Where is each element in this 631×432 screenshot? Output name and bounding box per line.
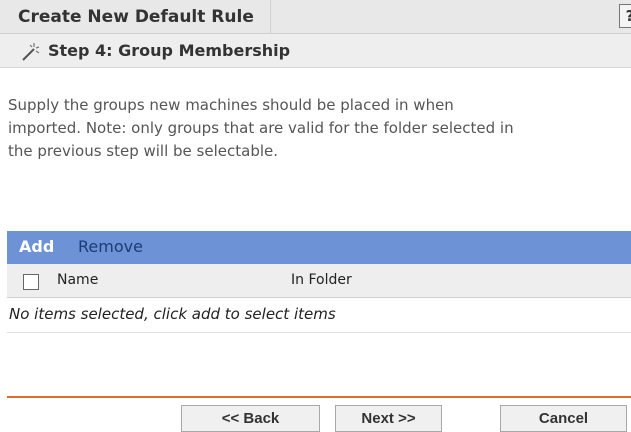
description-line: the previous step will be selectable.: [8, 142, 278, 160]
window-title: Create New Default Rule: [18, 7, 254, 27]
column-header-in-folder[interactable]: In Folder: [291, 272, 352, 288]
description-line: Supply the groups new machines should be…: [8, 96, 454, 114]
list-toolbar: Add Remove: [7, 231, 631, 264]
empty-list-row: No items selected, click add to select i…: [7, 298, 631, 333]
wizard-header: Create New Default Rule ? Step 4: Group …: [0, 0, 631, 68]
group-list: Add Remove Name In Folder No items selec…: [7, 231, 631, 333]
description-line: imported. Note: only groups that are val…: [8, 119, 514, 137]
title-divider: [270, 0, 271, 33]
wand-icon: [22, 43, 40, 61]
cancel-button[interactable]: Cancel: [500, 405, 627, 432]
back-button[interactable]: << Back: [181, 405, 320, 432]
step-title: Step 4: Group Membership: [48, 41, 291, 60]
empty-list-message: No items selected, click add to select i…: [9, 305, 336, 323]
step-description: Supply the groups new machines should be…: [8, 94, 631, 163]
title-bar: Create New Default Rule ?: [0, 0, 631, 34]
remove-link[interactable]: Remove: [78, 237, 143, 256]
column-header-row: Name In Folder: [7, 264, 631, 298]
footer-divider: [7, 396, 631, 398]
column-header-name[interactable]: Name: [57, 272, 98, 288]
help-button[interactable]: ?: [619, 4, 631, 28]
select-all-checkbox[interactable]: [23, 274, 39, 290]
next-button[interactable]: Next >>: [335, 405, 442, 432]
add-link[interactable]: Add: [19, 237, 54, 256]
